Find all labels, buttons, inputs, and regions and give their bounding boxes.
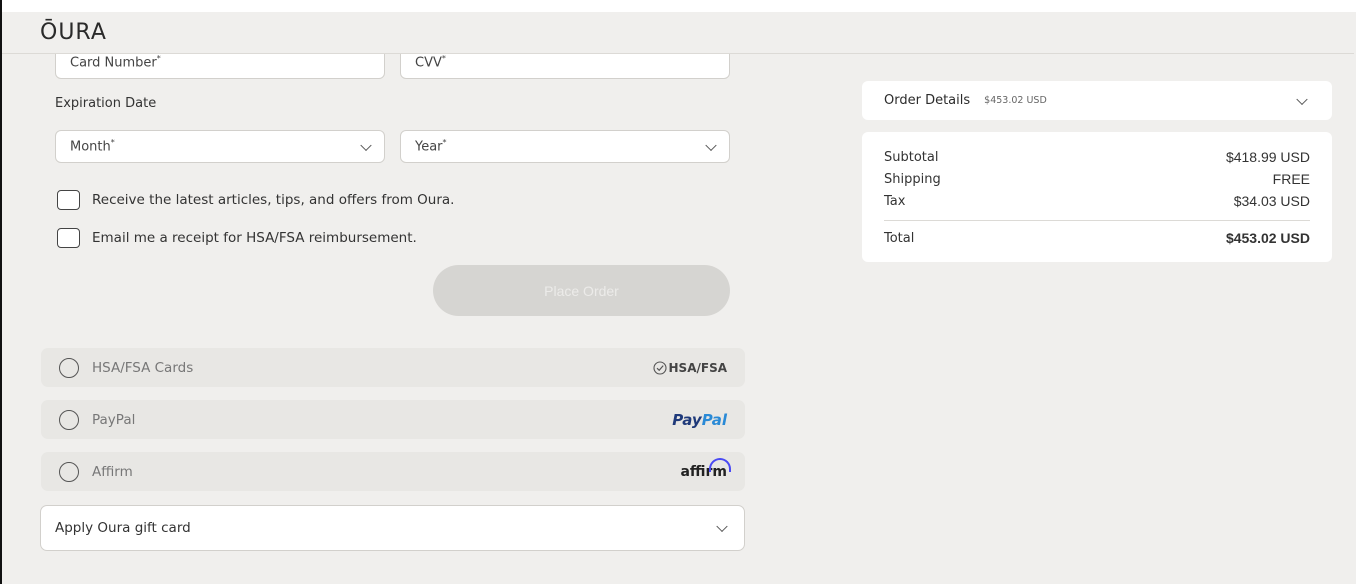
- hsa-receipt-checkbox[interactable]: [57, 228, 80, 248]
- summary-divider: [884, 220, 1310, 221]
- check-circle-icon: [652, 360, 667, 375]
- month-select[interactable]: Month*: [55, 130, 385, 163]
- top-strip: [2, 0, 1356, 12]
- hsa-receipt-label: Email me a receipt for HSA/FSA reimburse…: [92, 230, 417, 246]
- radio-affirm[interactable]: [59, 461, 79, 482]
- chevron-down-icon: [705, 139, 717, 151]
- order-details-toggle[interactable]: Order Details $453.02 USD: [862, 81, 1332, 120]
- paypal-logo: PayPal: [672, 410, 727, 429]
- payment-option-label: HSA/FSA Cards: [92, 359, 194, 376]
- gift-card-accordion[interactable]: Apply Oura gift card: [40, 505, 745, 551]
- year-label: Year*: [415, 138, 447, 155]
- payment-option-affirm[interactable]: Affirm affirm: [41, 452, 745, 491]
- summary-row-subtotal: Subtotal $418.99 USD: [884, 149, 1310, 165]
- month-label: Month*: [70, 138, 115, 155]
- summary-row-shipping: Shipping FREE: [884, 171, 1310, 187]
- order-details-label: Order Details: [884, 93, 971, 108]
- gift-card-label: Apply Oura gift card: [55, 520, 191, 536]
- header-overlay: ŌURA: [2, 12, 1354, 54]
- affirm-logo: affirm: [680, 457, 731, 480]
- card-number-label: Card Number*: [70, 54, 161, 71]
- year-select[interactable]: Year*: [400, 130, 730, 163]
- payment-option-paypal[interactable]: PayPal PayPal: [41, 400, 745, 439]
- payment-option-label: Affirm: [92, 463, 133, 480]
- affirm-arc-icon: [709, 457, 731, 472]
- radio-paypal[interactable]: [59, 409, 79, 430]
- summary-row-total: Total $453.02 USD: [884, 230, 1310, 246]
- expiration-date-heading: Expiration Date: [55, 96, 157, 111]
- place-order-button[interactable]: Place Order: [433, 265, 730, 316]
- order-summary: Subtotal $418.99 USD Shipping FREE Tax $34.…: [862, 132, 1332, 262]
- cvv-label: CVV*: [415, 54, 446, 71]
- marketing-optin-row[interactable]: Receive the latest articles, tips, and o…: [57, 190, 454, 210]
- oura-logo-text: ŌURA: [40, 20, 107, 45]
- summary-row-tax: Tax $34.03 USD: [884, 193, 1310, 209]
- marketing-optin-label: Receive the latest articles, tips, and o…: [92, 192, 455, 208]
- hsa-receipt-row[interactable]: Email me a receipt for HSA/FSA reimburse…: [57, 228, 417, 248]
- payment-option-label: PayPal: [92, 411, 136, 428]
- payment-option-hsa-fsa[interactable]: HSA/FSA Cards HSA/FSA: [41, 348, 745, 387]
- chevron-down-icon: [360, 139, 372, 151]
- chevron-down-icon: [1296, 93, 1308, 105]
- marketing-optin-checkbox[interactable]: [57, 190, 80, 210]
- radio-hsa-fsa[interactable]: [59, 357, 79, 378]
- order-details-amount: $453.02 USD: [984, 95, 1047, 106]
- hsa-fsa-logo: HSA/FSA: [652, 360, 727, 375]
